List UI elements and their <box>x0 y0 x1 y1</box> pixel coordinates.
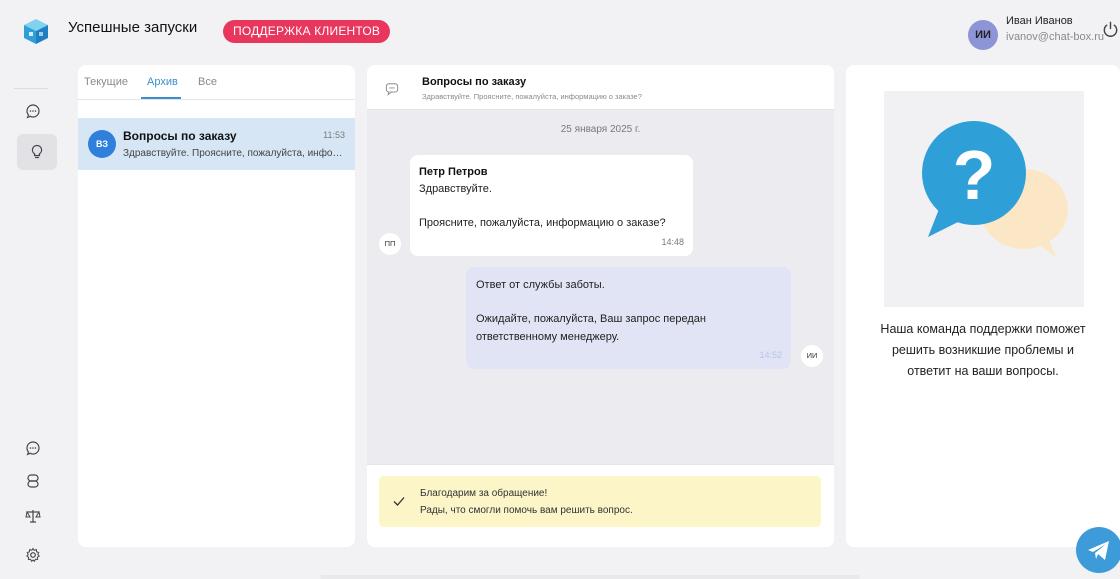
chat-title: Вопросы по заказу <box>422 76 527 88</box>
conversation-tabs: Текущие Архив Все <box>78 65 355 100</box>
chat-footer: Благодарим за обращение! Рады, что смогл… <box>367 464 834 547</box>
outgoing-message: Ответ от службы заботы. Ожидайте, пожалу… <box>466 267 791 369</box>
cube-logo-icon[interactable] <box>22 17 50 45</box>
database-icon <box>27 474 39 488</box>
chat-bubble-icon <box>26 104 40 119</box>
support-description: Наша команда поддержки поможет решить во… <box>856 319 1110 382</box>
sidebar-item-ideas[interactable] <box>17 134 57 170</box>
incoming-message: Петр Петров Здравствуйте. Проясните, пож… <box>410 155 693 256</box>
sidebar <box>0 62 60 579</box>
date-separator: 25 января 2025 г. <box>560 124 641 135</box>
power-icon[interactable] <box>1101 20 1120 39</box>
notice-title: Благодарим за обращение! <box>420 488 548 499</box>
active-tab-indicator <box>141 97 181 99</box>
agent-avatar: ИИ <box>801 345 823 367</box>
chat-subtitle: Здравствуйте. Проясните, пожалуйста, инф… <box>422 92 642 101</box>
description-line: решить возникшие проблемы и <box>891 343 1074 357</box>
message-text-line: ответственному менеджеру. <box>476 331 620 343</box>
support-badge[interactable]: ПОДДЕРЖКА КЛИЕНТОВ <box>223 20 391 43</box>
question-bubble-icon: ? <box>922 121 1068 257</box>
sidebar-divider <box>14 88 48 89</box>
sidebar-item-messages[interactable] <box>13 430 53 466</box>
message-text-line: Проясните, пожалуйста, информацию о зака… <box>419 217 666 229</box>
sidebar-item-settings[interactable] <box>13 537 53 573</box>
sender-avatar: ПП <box>379 233 401 255</box>
chat-bubble-icon <box>26 441 40 456</box>
description-line: ответит на ваши вопросы. <box>907 364 1059 378</box>
message-text-line: Ответ от службы заботы. <box>476 279 605 291</box>
svg-text:?: ? <box>953 136 996 214</box>
check-icon <box>393 497 405 506</box>
chat-panel: Вопросы по заказу Здравствуйте. Прояснит… <box>367 65 834 547</box>
tab-all[interactable]: Все <box>198 76 217 88</box>
sidebar-item-database[interactable] <box>13 463 53 499</box>
conversation-title: Вопросы по заказу <box>123 129 237 143</box>
conversation-item[interactable]: ВЗ Вопросы по заказу 11:53 Здравствуйте.… <box>78 118 355 170</box>
user-email: ivanov@chat-box.ru <box>1006 31 1104 43</box>
app-title: Успешные запуски <box>68 19 198 36</box>
lightbulb-icon <box>31 144 43 159</box>
gear-icon <box>26 547 40 563</box>
scales-icon <box>25 510 41 523</box>
message-time: 14:52 <box>759 350 782 360</box>
bottom-scroll-strip <box>320 575 860 579</box>
message-sender: Петр Петров <box>419 166 488 178</box>
message-text-line: Ожидайте, пожалуйста, Ваш запрос передан <box>476 313 706 325</box>
telegram-button[interactable] <box>1076 527 1120 573</box>
chat-header: Вопросы по заказу Здравствуйте. Прояснит… <box>367 65 834 110</box>
chat-bubble-icon <box>385 83 399 96</box>
support-illustration: ? <box>884 91 1084 307</box>
description-line: Наша команда поддержки поможет <box>880 322 1086 336</box>
user-avatar[interactable]: ИИ <box>968 20 998 50</box>
telegram-icon <box>1088 541 1109 560</box>
user-name: Иван Иванов <box>1006 15 1073 27</box>
conversation-preview: Здравствуйте. Проясните, пожалуйста, инф… <box>123 148 348 159</box>
tab-current[interactable]: Текущие <box>84 76 128 88</box>
info-panel: ? Наша команда поддержки поможет решить … <box>846 65 1120 547</box>
message-text-line: Здравствуйте. <box>419 183 492 195</box>
tab-archive[interactable]: Архив <box>147 76 178 88</box>
message-area[interactable]: 25 января 2025 г. Петр Петров Здравствуй… <box>367 110 834 464</box>
sidebar-item-legal[interactable] <box>13 498 53 534</box>
message-time: 14:48 <box>661 237 684 247</box>
notice-text: Рады, что смогли помочь вам решить вопро… <box>420 505 633 516</box>
sidebar-item-chats[interactable] <box>13 93 53 129</box>
conversation-list-panel: Текущие Архив Все ВЗ Вопросы по заказу 1… <box>78 65 355 547</box>
conversation-time: 11:53 <box>323 130 345 140</box>
top-bar: Успешные запуски ПОДДЕРЖКА КЛИЕНТОВ ИИ И… <box>0 0 1120 62</box>
conversation-avatar: ВЗ <box>88 130 116 158</box>
resolved-notice: Благодарим за обращение! Рады, что смогл… <box>379 476 821 527</box>
